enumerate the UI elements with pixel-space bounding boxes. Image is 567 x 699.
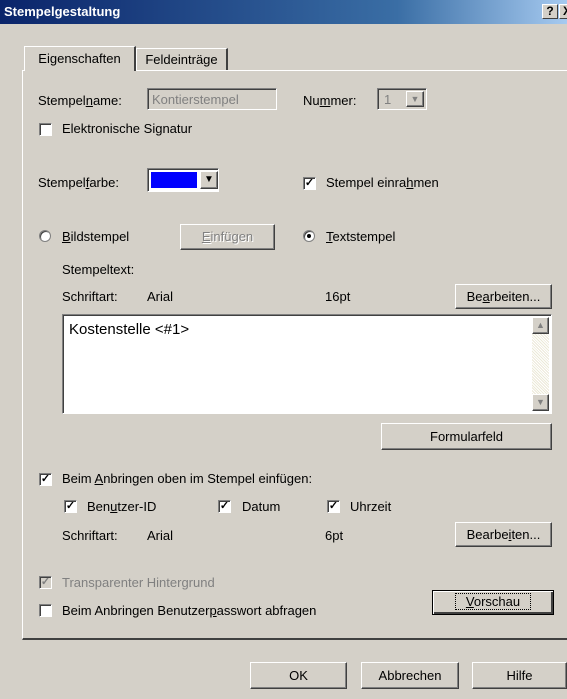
stamp-text-content: Kostenstelle <#1> xyxy=(69,321,190,338)
stamp-name-field[interactable]: Kontierstempel xyxy=(147,88,277,110)
check-icon: ✓ xyxy=(65,500,76,512)
header-font-label: Schriftart: xyxy=(62,528,118,543)
stamp-text-section-label: Stempeltext: xyxy=(62,262,135,277)
text-stamp-label: Textstempel xyxy=(326,229,396,244)
preview-button-label: Vorschau xyxy=(454,593,532,610)
color-dropdown-button[interactable]: ▼ xyxy=(200,171,218,189)
header-insert-checkbox[interactable]: ✓ xyxy=(39,473,52,486)
image-stamp-label: Bildstempel xyxy=(62,229,130,244)
help-button[interactable]: Hilfe xyxy=(472,662,567,689)
tab-eigenschaften-label: Eigenschaften xyxy=(38,51,121,66)
number-dropdown-button[interactable]: ▼ xyxy=(406,91,424,107)
edit-header-font-button[interactable]: Bearbeiten... xyxy=(455,522,552,547)
number-label: Nummer: xyxy=(303,93,357,108)
stamp-text-font-size: 16pt xyxy=(325,289,351,304)
user-id-label: Benutzer-ID xyxy=(87,499,157,514)
form-field-button[interactable]: Formularfeld xyxy=(381,423,552,450)
check-icon: ✓ xyxy=(40,576,51,588)
close-title-button[interactable]: X xyxy=(559,4,567,19)
chevron-down-icon: ▼ xyxy=(410,94,420,104)
frame-stamp-label: Stempel einrahmen xyxy=(326,175,439,190)
scroll-up-button[interactable]: ▲ xyxy=(532,317,549,334)
frame-stamp-checkbox[interactable]: ✓ xyxy=(303,177,316,190)
check-icon: ✓ xyxy=(40,473,51,485)
chevron-up-icon: ▲ xyxy=(536,320,545,330)
ok-button[interactable]: OK xyxy=(250,662,347,689)
stamp-text-scrollbar[interactable]: ▲ ▼ xyxy=(532,317,549,411)
scroll-down-button[interactable]: ▼ xyxy=(532,394,549,411)
tab-feldeintraege-label: Feldeinträge xyxy=(145,52,218,67)
stamp-name-value: Kontierstempel xyxy=(152,92,239,107)
check-icon: ✓ xyxy=(219,500,230,512)
number-select[interactable]: 1 ▼ xyxy=(377,88,427,110)
stamp-color-label: Stempelfarbe: xyxy=(38,175,119,190)
check-icon: ✓ xyxy=(328,500,339,512)
tab-eigenschaften[interactable]: Eigenschaften xyxy=(24,46,136,71)
transparent-bg-checkbox[interactable]: ✓ xyxy=(39,576,52,589)
stamp-color-swatch xyxy=(151,172,197,188)
password-checkbox[interactable] xyxy=(39,604,52,617)
esign-label: Elektronische Signatur xyxy=(62,121,193,136)
tab-feldeintraege[interactable]: Feldeinträge xyxy=(136,48,228,70)
stamp-text-font-name: Arial xyxy=(147,289,174,304)
help-title-button[interactable]: ? xyxy=(542,4,558,19)
time-label: Uhrzeit xyxy=(350,499,392,514)
preview-button[interactable]: Vorschau xyxy=(432,590,554,615)
date-checkbox[interactable]: ✓ xyxy=(218,500,231,513)
stamp-color-picker[interactable]: ▼ xyxy=(147,168,219,192)
image-stamp-radio[interactable] xyxy=(39,230,51,242)
chevron-down-icon: ▼ xyxy=(536,397,545,407)
chevron-down-icon: ▼ xyxy=(204,174,214,185)
check-icon: ✓ xyxy=(304,177,315,189)
stamp-text-area[interactable]: Kostenstelle <#1> ▲ ▼ xyxy=(62,314,552,414)
date-label: Datum xyxy=(242,499,281,514)
window-title: Stempelgestaltung xyxy=(4,4,121,19)
esign-checkbox[interactable] xyxy=(39,123,52,136)
stamp-name-label: Stempelname: xyxy=(38,93,122,108)
text-stamp-radio[interactable] xyxy=(303,230,315,242)
stamp-text-font-label: Schriftart: xyxy=(62,289,118,304)
cancel-button[interactable]: Abbrechen xyxy=(361,662,459,689)
number-value: 1 xyxy=(384,92,392,107)
insert-button[interactable]: Einfügen xyxy=(180,224,275,250)
header-insert-label: Beim Anbringen oben im Stempel einfügen: xyxy=(62,471,313,486)
radio-selected-dot xyxy=(307,234,311,238)
transparent-bg-label: Transparenter Hintergrund xyxy=(62,575,215,590)
stempelgestaltung-dialog: Stempelgestaltung ? X Eigenschaften Feld… xyxy=(0,0,567,699)
title-bar: Stempelgestaltung ? X xyxy=(0,0,567,24)
edit-stamp-text-font-button[interactable]: Bearbeiten... xyxy=(455,284,552,309)
password-label: Beim Anbringen Benutzerpasswort abfragen xyxy=(62,603,317,618)
header-font-size: 6pt xyxy=(325,528,344,543)
time-checkbox[interactable]: ✓ xyxy=(327,500,340,513)
header-font-name: Arial xyxy=(147,528,174,543)
user-id-checkbox[interactable]: ✓ xyxy=(64,500,77,513)
